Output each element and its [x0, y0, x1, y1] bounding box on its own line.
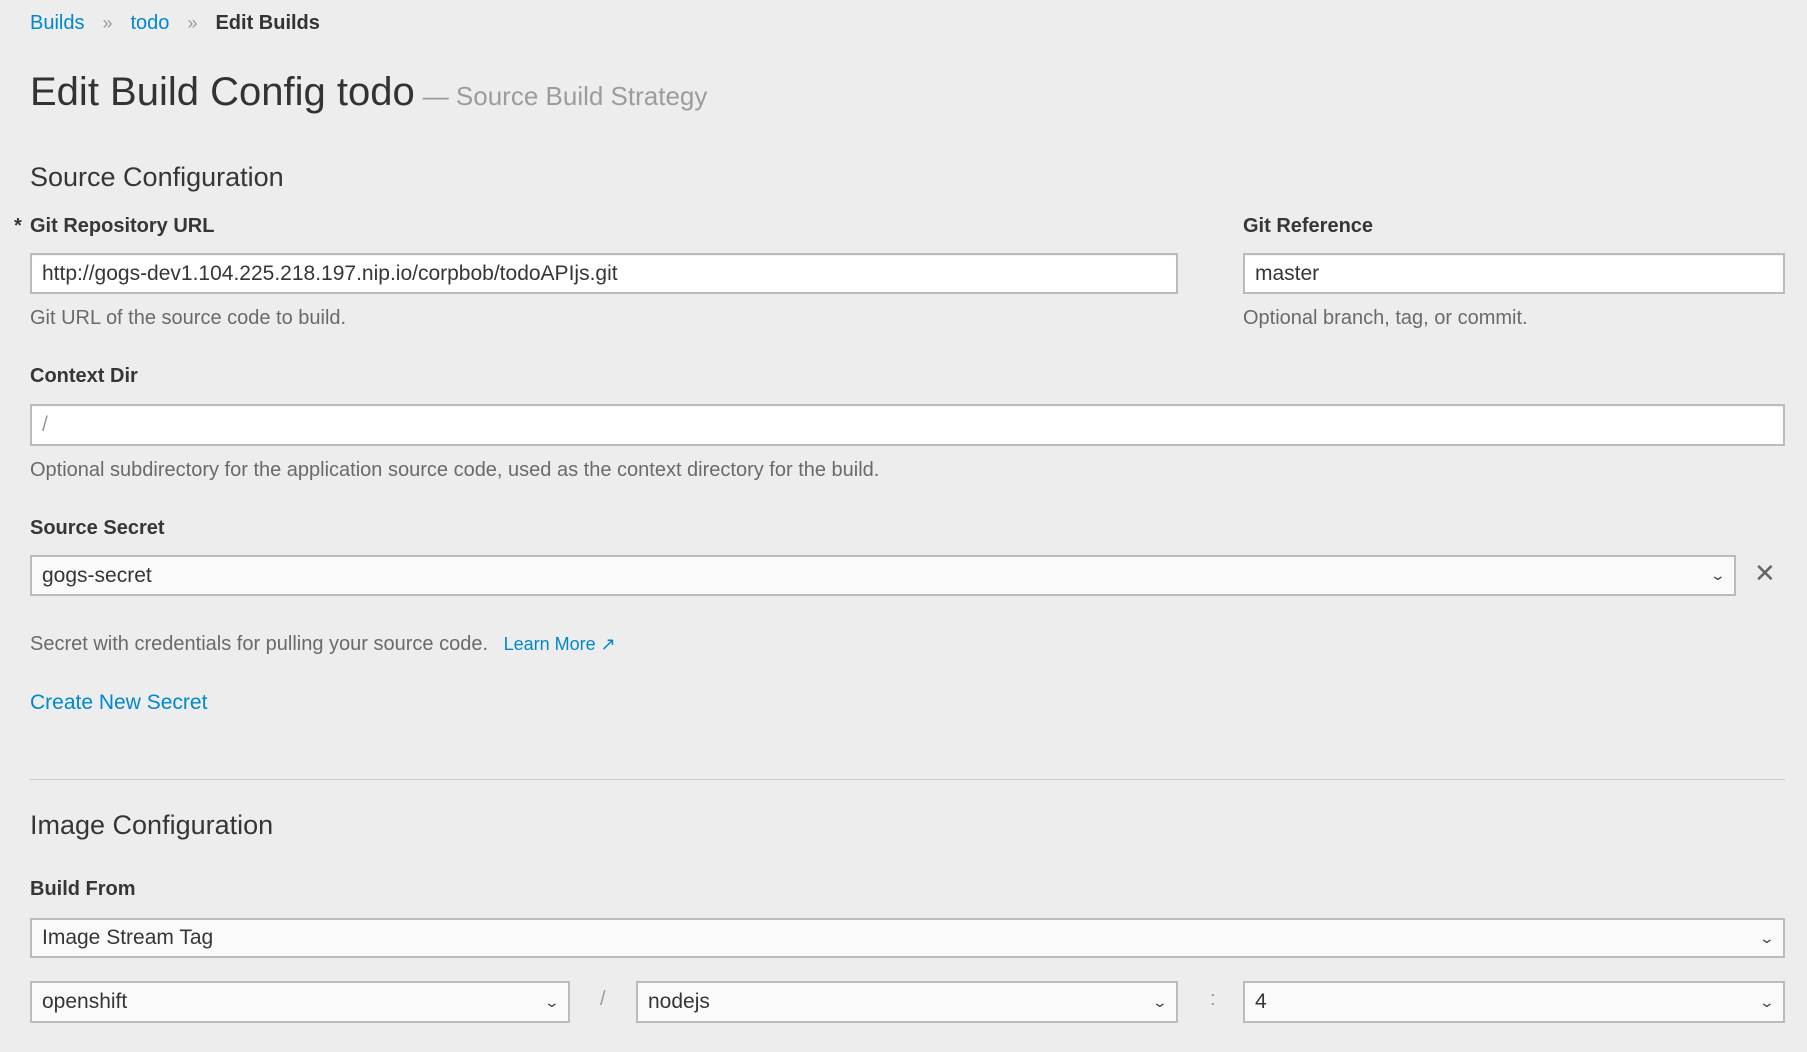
chevron-down-icon: ⌄ — [1709, 567, 1727, 583]
chevron-down-icon: ⌄ — [1151, 993, 1169, 1010]
slash-separator: / — [600, 988, 606, 1010]
page-subtitle: — Source Build Strategy — [422, 81, 708, 111]
learn-more-text: Learn More — [503, 634, 596, 654]
breadcrumb-builds[interactable]: Builds — [30, 12, 84, 35]
image-configuration-heading: Image Configuration — [30, 810, 274, 840]
chevron-down-icon: ⌄ — [543, 993, 561, 1010]
git-reference-help: Optional branch, tag, or commit. — [1243, 307, 1528, 329]
context-dir-label: Context Dir — [30, 365, 138, 387]
section-divider — [30, 779, 1785, 780]
git-url-help: Git URL of the source code to build. — [30, 307, 347, 329]
git-url-label-text: Git Repository URL — [30, 215, 215, 237]
learn-more-link[interactable]: Learn More ↗ — [504, 634, 616, 654]
git-url-input[interactable]: http://gogs-dev1.104.225.218.197.nip.io/… — [30, 253, 1178, 294]
image-stream-select[interactable]: nodejs ⌄ — [636, 981, 1178, 1023]
source-secret-help: Secret with credentials for pulling your… — [30, 633, 616, 656]
source-secret-select[interactable]: gogs-secret ⌄ — [30, 555, 1736, 596]
source-secret-value: gogs-secret — [42, 563, 152, 587]
tag-select[interactable]: 4 ⌄ — [1243, 981, 1785, 1023]
build-from-value: Image Stream Tag — [42, 926, 214, 949]
page-title-text: Edit Build Config todo — [30, 70, 415, 114]
breadcrumb-separator-icon: » — [187, 13, 198, 33]
required-marker: * — [14, 215, 22, 237]
page-title: Edit Build Config todo — Source Build Str… — [30, 70, 707, 115]
breadcrumb-separator-icon: » — [102, 13, 113, 33]
chevron-down-icon: ⌄ — [1758, 929, 1776, 946]
namespace-value: openshift — [42, 990, 128, 1013]
git-reference-label: Git Reference — [1243, 215, 1374, 237]
breadcrumb: Builds » todo » Edit Builds — [30, 12, 320, 35]
git-reference-input[interactable]: master — [1243, 253, 1785, 294]
source-secret-label: Source Secret — [30, 517, 165, 539]
source-secret-help-text: Secret with credentials for pulling your… — [30, 633, 489, 655]
breadcrumb-todo[interactable]: todo — [131, 12, 170, 35]
context-dir-input[interactable]: / — [30, 404, 1785, 446]
create-new-secret-link[interactable]: Create New Secret — [30, 691, 207, 715]
colon-separator: : — [1210, 988, 1216, 1010]
namespace-select[interactable]: openshift ⌄ — [30, 981, 570, 1023]
external-link-icon: ↗ — [600, 634, 616, 654]
build-from-label: Build From — [30, 878, 136, 900]
breadcrumb-current: Edit Builds — [215, 12, 320, 34]
context-dir-help: Optional subdirectory for the applicatio… — [30, 459, 880, 481]
build-from-select[interactable]: Image Stream Tag ⌄ — [30, 918, 1785, 958]
chevron-down-icon: ⌄ — [1758, 993, 1776, 1010]
tag-value: 4 — [1255, 990, 1267, 1013]
source-configuration-heading: Source Configuration — [30, 162, 284, 192]
git-url-label: * Git Repository URL — [14, 215, 215, 238]
image-stream-value: nodejs — [648, 990, 710, 1013]
clear-secret-icon[interactable]: ✕ — [1754, 558, 1776, 589]
